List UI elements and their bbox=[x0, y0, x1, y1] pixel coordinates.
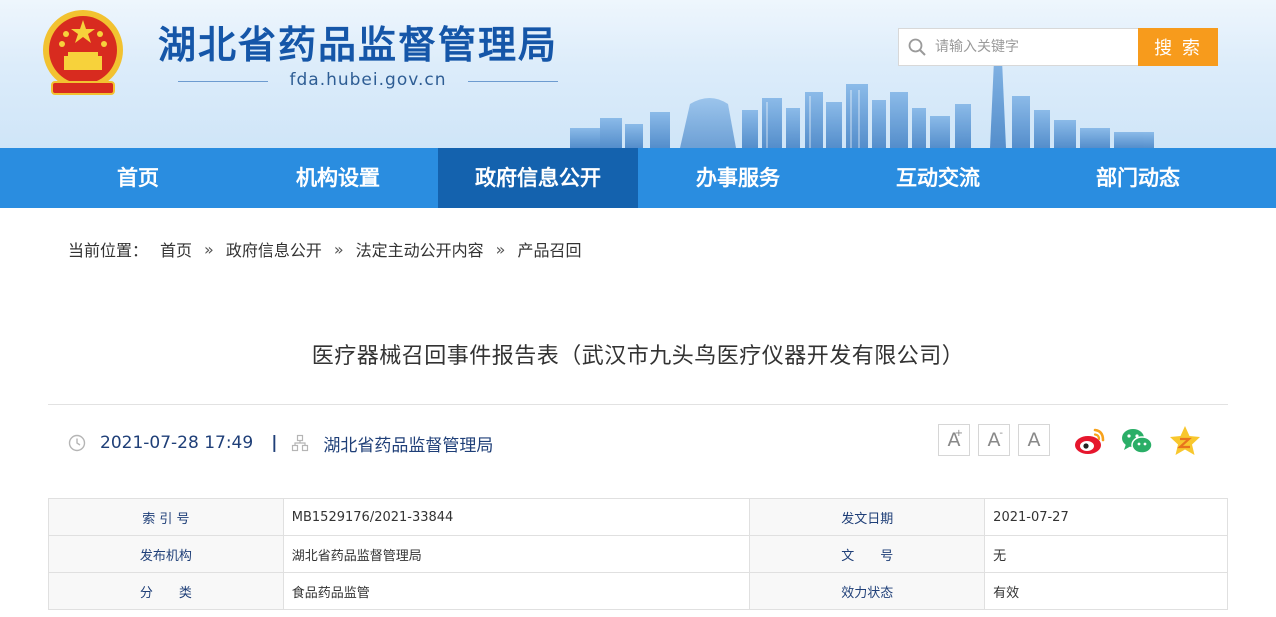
font-reset-icon[interactable]: A bbox=[1018, 424, 1050, 456]
article-title: 医疗器械召回事件报告表（武汉市九头鸟医疗仪器开发有限公司） bbox=[311, 344, 965, 369]
domain-left-rule bbox=[178, 81, 268, 82]
search-box bbox=[898, 28, 1138, 66]
nav-item-gov-info[interactable]: 政府信息公开 bbox=[438, 148, 638, 208]
breadcrumb-link-statutory[interactable]: 法定主动公开内容 bbox=[356, 237, 484, 261]
nav-item-interaction[interactable]: 互动交流 bbox=[838, 148, 1038, 208]
breadcrumb-link-home[interactable]: 首页 bbox=[160, 237, 192, 261]
site-title: 湖北省药品监督管理局 bbox=[158, 23, 559, 67]
domain-text: fda.hubei.gov.cn bbox=[289, 70, 447, 90]
font-increase-mark: + bbox=[954, 428, 963, 439]
breadcrumb: 当前位置： 首页 » 政府信息公开 » 法定主动公开内容 » 产品召回 bbox=[68, 237, 581, 261]
label-issue-date: 发文日期 bbox=[749, 498, 986, 536]
font-size-controls: A + A - A bbox=[938, 424, 1058, 456]
font-reset-label: A bbox=[1027, 429, 1041, 451]
article-meta: 2021-07-28 17:49 | 湖北省药品监督管理局 bbox=[68, 430, 493, 456]
label-index-number: 索 引 号 bbox=[48, 498, 284, 536]
breadcrumb-link-recall[interactable]: 产品召回 bbox=[517, 237, 581, 261]
value-issue-date: 2021-07-27 bbox=[984, 498, 1228, 536]
breadcrumb-separator: » bbox=[204, 239, 214, 259]
nav-item-dept-news[interactable]: 部门动态 bbox=[1038, 148, 1238, 208]
font-increase-icon[interactable]: A + bbox=[938, 424, 970, 456]
search-button[interactable]: 搜 索 bbox=[1138, 28, 1218, 66]
breadcrumb-separator: » bbox=[495, 239, 506, 259]
site-header: 湖北省药品监督管理局 fda.hubei.gov.cn 搜 索 bbox=[0, 0, 1276, 148]
label-validity: 效力状态 bbox=[749, 572, 986, 610]
title-divider bbox=[48, 404, 1228, 405]
site-domain: fda.hubei.gov.cn bbox=[178, 68, 558, 94]
domain-right-rule bbox=[468, 81, 558, 82]
publish-datetime: 2021-07-28 17:49 bbox=[100, 433, 254, 453]
label-category: 分 类 bbox=[48, 572, 284, 610]
value-category: 食品药品监管 bbox=[282, 572, 751, 610]
weibo-icon[interactable] bbox=[1073, 424, 1107, 458]
breadcrumb-link-gov-info[interactable]: 政府信息公开 bbox=[226, 237, 322, 261]
meta-separator: | bbox=[271, 433, 278, 453]
value-index-number: MB1529176/2021-33844 bbox=[282, 498, 751, 536]
breadcrumb-prefix: 当前位置： bbox=[68, 241, 149, 260]
nav-item-services[interactable]: 办事服务 bbox=[638, 148, 838, 208]
table-row: 索 引 号 MB1529176/2021-33844 发文日期 2021-07-… bbox=[48, 498, 1228, 536]
wechat-icon[interactable] bbox=[1120, 424, 1154, 458]
table-row: 发布机构 湖北省药品监督管理局 文 号 无 bbox=[48, 535, 1228, 573]
clock-icon bbox=[68, 434, 86, 452]
nav-item-organization[interactable]: 机构设置 bbox=[238, 148, 438, 208]
search-icon bbox=[908, 38, 926, 56]
font-decrease-mark: - bbox=[999, 428, 1003, 439]
nav-item-home[interactable]: 首页 bbox=[38, 148, 238, 208]
article-source: 湖北省药品监督管理局 bbox=[323, 435, 494, 456]
search-input[interactable] bbox=[935, 29, 1133, 65]
document-info-table: 索 引 号 MB1529176/2021-33844 发文日期 2021-07-… bbox=[48, 498, 1228, 610]
value-validity: 有效 bbox=[984, 572, 1228, 610]
organization-icon bbox=[292, 434, 309, 452]
national-emblem-icon bbox=[43, 10, 123, 95]
breadcrumb-separator: » bbox=[333, 239, 344, 259]
value-publisher: 湖北省药品监督管理局 bbox=[282, 535, 751, 573]
font-decrease-icon[interactable]: A - bbox=[978, 424, 1010, 456]
table-row: 分 类 食品药品监管 效力状态 有效 bbox=[48, 572, 1228, 610]
label-publisher: 发布机构 bbox=[48, 535, 284, 573]
label-doc-number: 文 号 bbox=[749, 535, 986, 573]
qzone-icon[interactable] bbox=[1168, 424, 1202, 458]
main-nav: 首页 机构设置 政府信息公开 办事服务 互动交流 部门动态 bbox=[0, 148, 1276, 208]
value-doc-number: 无 bbox=[984, 535, 1228, 573]
